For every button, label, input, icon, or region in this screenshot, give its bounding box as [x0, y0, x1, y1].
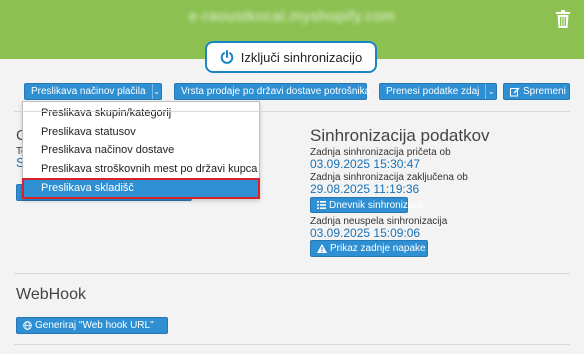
globe-icon: [23, 321, 32, 330]
generate-webhook-label: Generiraj "Web hook URL": [35, 320, 154, 331]
vat-country-label: Vrsta prodaje po državi dostave potrošni…: [181, 86, 371, 97]
mapping-dropdown-button[interactable]: Preslikava načinov plačila ⌄: [24, 83, 162, 100]
power-icon: [220, 50, 234, 64]
last-start-value: 03.09.2025 15:30:47: [310, 157, 421, 171]
sync-toggle-button[interactable]: Izključi sinhronizacijo: [205, 41, 377, 73]
transfer-data-button[interactable]: Prenesi podatke zdaj ⌄: [379, 83, 497, 100]
store-url: e-raoustkocal.myshopify.com: [188, 8, 396, 25]
menu-item-warehouses[interactable]: Preslikava skladišč: [22, 178, 260, 199]
show-last-error-button[interactable]: Prikaz zadnje napake: [310, 240, 428, 257]
section-divider: [14, 273, 570, 274]
last-end-value: 29.08.2025 11:19:36: [310, 182, 420, 196]
webhook-title: WebHook: [16, 286, 86, 303]
mapping-dropdown-label: Preslikava načinov plačila: [31, 86, 146, 97]
chevron-down-icon[interactable]: ⌄: [485, 84, 496, 99]
section-divider: [14, 344, 570, 345]
generate-webhook-button[interactable]: Generiraj "Web hook URL": [16, 317, 168, 334]
save-button[interactable]: Spremeni: [503, 83, 570, 100]
transfer-data-label: Prenesi podatke zdaj: [386, 86, 480, 97]
sync-log-label: Dnevnik sinhronizacij: [329, 199, 423, 211]
mapping-dropdown-menu: Preslikava skupin/kategorij Preslikava s…: [22, 101, 260, 199]
trash-icon[interactable]: [556, 10, 570, 28]
edit-icon: [510, 87, 520, 96]
vat-country-button[interactable]: Vrsta prodaje po državi dostave potrošni…: [174, 83, 370, 100]
section-divider: [14, 111, 570, 112]
warning-icon: [317, 244, 327, 253]
menu-item-shipping-methods[interactable]: Preslikava načinov dostave: [23, 141, 259, 160]
chevron-down-icon[interactable]: ⌄: [151, 84, 161, 99]
menu-item-cost-centers[interactable]: Preslikava stroškovnih mest po državi ku…: [23, 160, 259, 179]
sync-log-button[interactable]: Dnevnik sinhronizacij: [310, 197, 423, 213]
last-fail-value: 03.09.2025 15:09:06: [310, 226, 421, 240]
menu-item-statuses[interactable]: Preslikava statusov: [23, 123, 259, 142]
sync-status-title: Sinhronizacija podatkov: [310, 126, 490, 145]
list-icon: [317, 201, 326, 209]
menu-item-categories[interactable]: Preslikava skupin/kategorij: [23, 104, 259, 123]
save-label: Spremeni: [523, 86, 566, 97]
show-last-error-label: Prikaz zadnje napake: [330, 243, 426, 254]
sync-toggle-label: Izključi sinhronizacijo: [240, 49, 363, 65]
